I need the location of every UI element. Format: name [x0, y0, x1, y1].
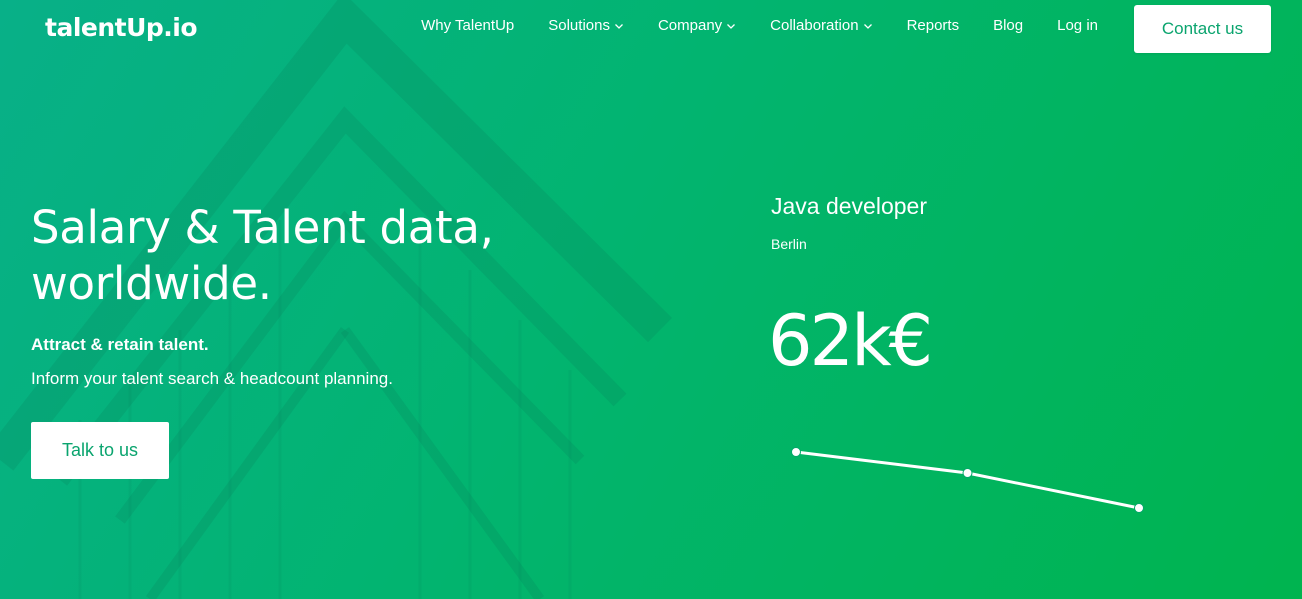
hero-subhead: Attract & retain talent. [31, 335, 209, 354]
nav-item-blog[interactable]: Blog [993, 17, 1023, 34]
nav-item-label: Solutions [548, 17, 610, 34]
chevron-down-icon [615, 23, 623, 29]
hero-headline-line-2: worldwide. [31, 257, 272, 310]
nav-item-log-in[interactable]: Log in [1057, 17, 1098, 34]
nav-item-why-talentup[interactable]: Why TalentUp [421, 17, 514, 34]
trend-line-path [795, 450, 1140, 510]
contact-us-button[interactable]: Contact us [1134, 5, 1271, 53]
nav-item-company[interactable]: Company [658, 17, 736, 34]
nav-item-collaboration[interactable]: Collaboration [770, 17, 872, 34]
chevron-down-icon [863, 23, 872, 29]
nav-item-label: Company [657, 17, 723, 34]
salary-value: 62k€ [768, 300, 933, 382]
chevron-down-icon [727, 23, 736, 29]
job-title: Java developer [771, 193, 927, 219]
hero-section: talentUp.io Why TalentUp Solutions Compa… [0, 0, 1302, 599]
talentup-logo[interactable]: talentUp.io [45, 13, 198, 42]
hero-headline: Salary & Talent data, worldwide. [31, 200, 591, 312]
nav-item-label: Reports [906, 17, 960, 34]
nav-item-label: Collaboration [770, 17, 859, 34]
nav-item-label: Why TalentUp [421, 17, 515, 34]
trend-point-1 [791, 447, 801, 457]
trend-point-2 [962, 468, 973, 478]
hero-subtext: Inform your talent search & headcount pl… [31, 369, 393, 388]
hero-headline-line-1: Salary & Talent data, [31, 201, 494, 254]
nav-item-label: Log in [1057, 17, 1098, 34]
salary-trend-line [791, 447, 1144, 513]
job-city: Berlin [771, 236, 807, 252]
nav-item-label: Blog [993, 17, 1024, 34]
nav-item-reports[interactable]: Reports [907, 17, 960, 34]
talk-to-us-button[interactable]: Talk to us [31, 422, 169, 479]
nav-links: Why TalentUp Solutions Company Collabora… [387, 17, 1098, 34]
nav-item-solutions[interactable]: Solutions [548, 17, 624, 34]
top-navigation: talentUp.io Why TalentUp Solutions Compa… [0, 0, 1302, 58]
trend-point-3 [1134, 503, 1144, 513]
